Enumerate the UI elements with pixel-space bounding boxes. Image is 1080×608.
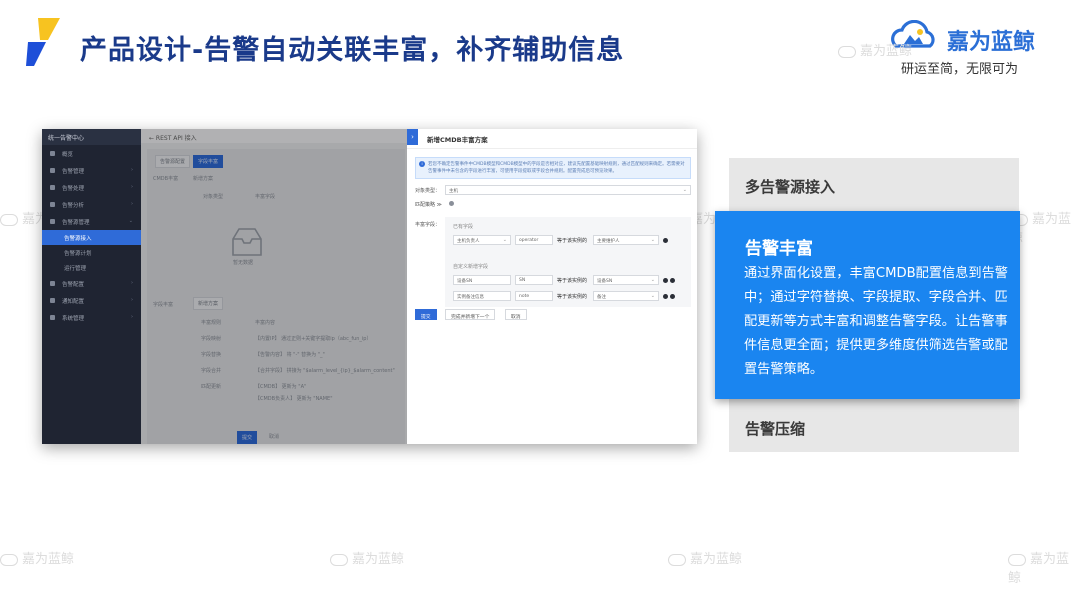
sidebar-header: 统一告警中心 — [42, 129, 141, 145]
fixed-field-input[interactable]: operator — [515, 235, 553, 245]
custom-field-title: 自定义新增字段 — [453, 264, 489, 270]
divider — [407, 148, 697, 149]
watermark: 嘉为蓝鲸 — [1010, 208, 1080, 246]
sidebar-item-overview[interactable]: 概览 — [42, 145, 141, 162]
chevron-right-icon: › — [131, 314, 133, 320]
config-icon — [50, 281, 55, 286]
sidebar-item-source-manage[interactable]: 告警源管理 ⌄ — [42, 213, 141, 230]
sidebar-item-alarm-config[interactable]: 告警配置 › — [42, 275, 141, 292]
brand-name: 嘉为蓝鲸 — [947, 30, 1036, 55]
tip-text: 若您不确定告警事件中CMDB模型和CMDB模型中的字段是否相对应，建议先配置基础… — [428, 162, 685, 174]
sidebar-item-alarm-manage[interactable]: 告警管理 › — [42, 162, 141, 179]
lightning-logo-icon — [26, 18, 60, 66]
sidebar-item-alarm-process[interactable]: 告警处理 › — [42, 179, 141, 196]
gear-icon — [50, 315, 55, 320]
tip-alert: i 若您不确定告警事件中CMDB模型和CMDB模型中的字段是否相对应，建议先配置… — [415, 157, 691, 179]
sidebar-subitem-source-plan[interactable]: 告警源计划 — [42, 245, 141, 260]
chevron-down-icon: ⌄ — [128, 218, 133, 224]
process-icon — [50, 185, 55, 190]
submit-and-next-button[interactable]: 完成并新增下一个 — [445, 309, 496, 320]
drawer-collapse-icon[interactable]: › — [407, 129, 418, 145]
custom-name-input[interactable]: 设备SN — [453, 275, 511, 285]
custom-target-select[interactable]: 备注 ⌄ — [593, 291, 659, 301]
drawer-title: 新增CMDB丰富方案 — [427, 136, 488, 144]
chevron-right-icon: › — [131, 280, 133, 286]
sidebar-item-alarm-analysis[interactable]: 告警分析 › — [42, 196, 141, 213]
chart-icon — [50, 202, 55, 207]
modal-overlay — [141, 129, 407, 444]
chevron-right-icon: › — [131, 201, 133, 207]
panel-multi-source-label: 多告警源接入 — [745, 178, 836, 196]
match-strategy-toggle[interactable]: 匹配策略 ≫ — [415, 201, 442, 208]
add-row-icon[interactable] — [663, 294, 668, 299]
info-icon: i — [419, 161, 425, 167]
source-icon — [50, 219, 55, 224]
sidebar-item-system[interactable]: 系统管理 › — [42, 309, 141, 326]
brand-slogan: 研运至简，无限可为 — [901, 62, 1019, 77]
custom-name-input[interactable]: 实例备注信息 — [453, 291, 511, 301]
equals-label: 等于该实例的 — [557, 238, 588, 244]
watermark: 嘉为蓝鲸 — [838, 40, 912, 59]
custom-target-select[interactable]: 设备SN ⌄ — [593, 275, 659, 285]
object-type-select[interactable]: 主机 ⌄ — [445, 185, 691, 195]
equals-label: 等于该实例的 — [557, 294, 588, 300]
help-icon — [449, 201, 454, 206]
slide: 产品设计-告警自动关联丰富，补齐辅助信息 嘉为蓝鲸 研运至简，无限可为 嘉为蓝鲸… — [0, 0, 1080, 608]
watermark: 嘉为蓝鲸 — [1008, 552, 1070, 586]
chevron-down-icon: ⌄ — [682, 187, 687, 193]
custom-field-input[interactable]: note — [515, 291, 553, 301]
panel-alarm-rich-body: 通过界面化设置，丰富CMDB配置信息到告警中；通过字符替换、字段提取、字段合并、… — [744, 266, 1008, 377]
sidebar-item-notify-config[interactable]: 通知配置 › — [42, 292, 141, 309]
sidebar: 统一告警中心 概览 告警管理 › 告警处理 › 告警分析 › 告警源管理 ⌄ 告警源接入… — [42, 129, 141, 444]
sidebar-subitem-source-access[interactable]: 告警源接入 — [42, 230, 141, 245]
chevron-right-icon: › — [131, 297, 133, 303]
drawer-panel: 新增CMDB丰富方案 i 若您不确定告警事件中CMDB模型和CMDB模型中的字段… — [407, 129, 697, 444]
object-type-label: 对象类型： — [415, 188, 441, 194]
drawer-cancel-button[interactable]: 取消 — [505, 309, 527, 320]
panel-alarm-rich-title: 告警丰富 — [745, 239, 813, 259]
drawer-submit-button[interactable]: 提交 — [415, 309, 437, 320]
home-icon — [50, 151, 55, 156]
rich-field-label: 丰富字段： — [415, 222, 441, 228]
watermark: 嘉为蓝鲸 — [0, 548, 74, 567]
remove-row-icon[interactable] — [670, 294, 675, 299]
custom-field-input[interactable]: SN — [515, 275, 553, 285]
watermark: 嘉为蓝鲸 — [668, 548, 742, 567]
product-screenshot: 统一告警中心 概览 告警管理 › 告警处理 › 告警分析 › 告警源管理 ⌄ 告警源接入… — [42, 129, 697, 444]
notify-icon — [50, 298, 55, 303]
chevron-right-icon: › — [131, 184, 133, 190]
remove-row-icon[interactable] — [670, 278, 675, 283]
fixed-target-select[interactable]: 主要维护人 ⌄ — [593, 235, 659, 245]
bell-icon — [50, 168, 55, 173]
fixed-source-select[interactable]: 主机负责人 ⌄ — [453, 235, 511, 245]
equals-label: 等于该实例的 — [557, 278, 588, 284]
add-row-icon[interactable] — [663, 238, 668, 243]
page-title: 产品设计-告警自动关联丰富，补齐辅助信息 — [80, 35, 625, 66]
sidebar-subitem-run-manage[interactable]: 运行管理 — [42, 260, 141, 275]
chevron-right-icon: › — [131, 167, 133, 173]
panel-alarm-compress-label: 告警压缩 — [745, 420, 806, 438]
watermark: 嘉为蓝鲸 — [330, 548, 404, 567]
add-row-icon[interactable] — [663, 278, 668, 283]
fixed-field-title: 已有字段 — [453, 224, 474, 230]
